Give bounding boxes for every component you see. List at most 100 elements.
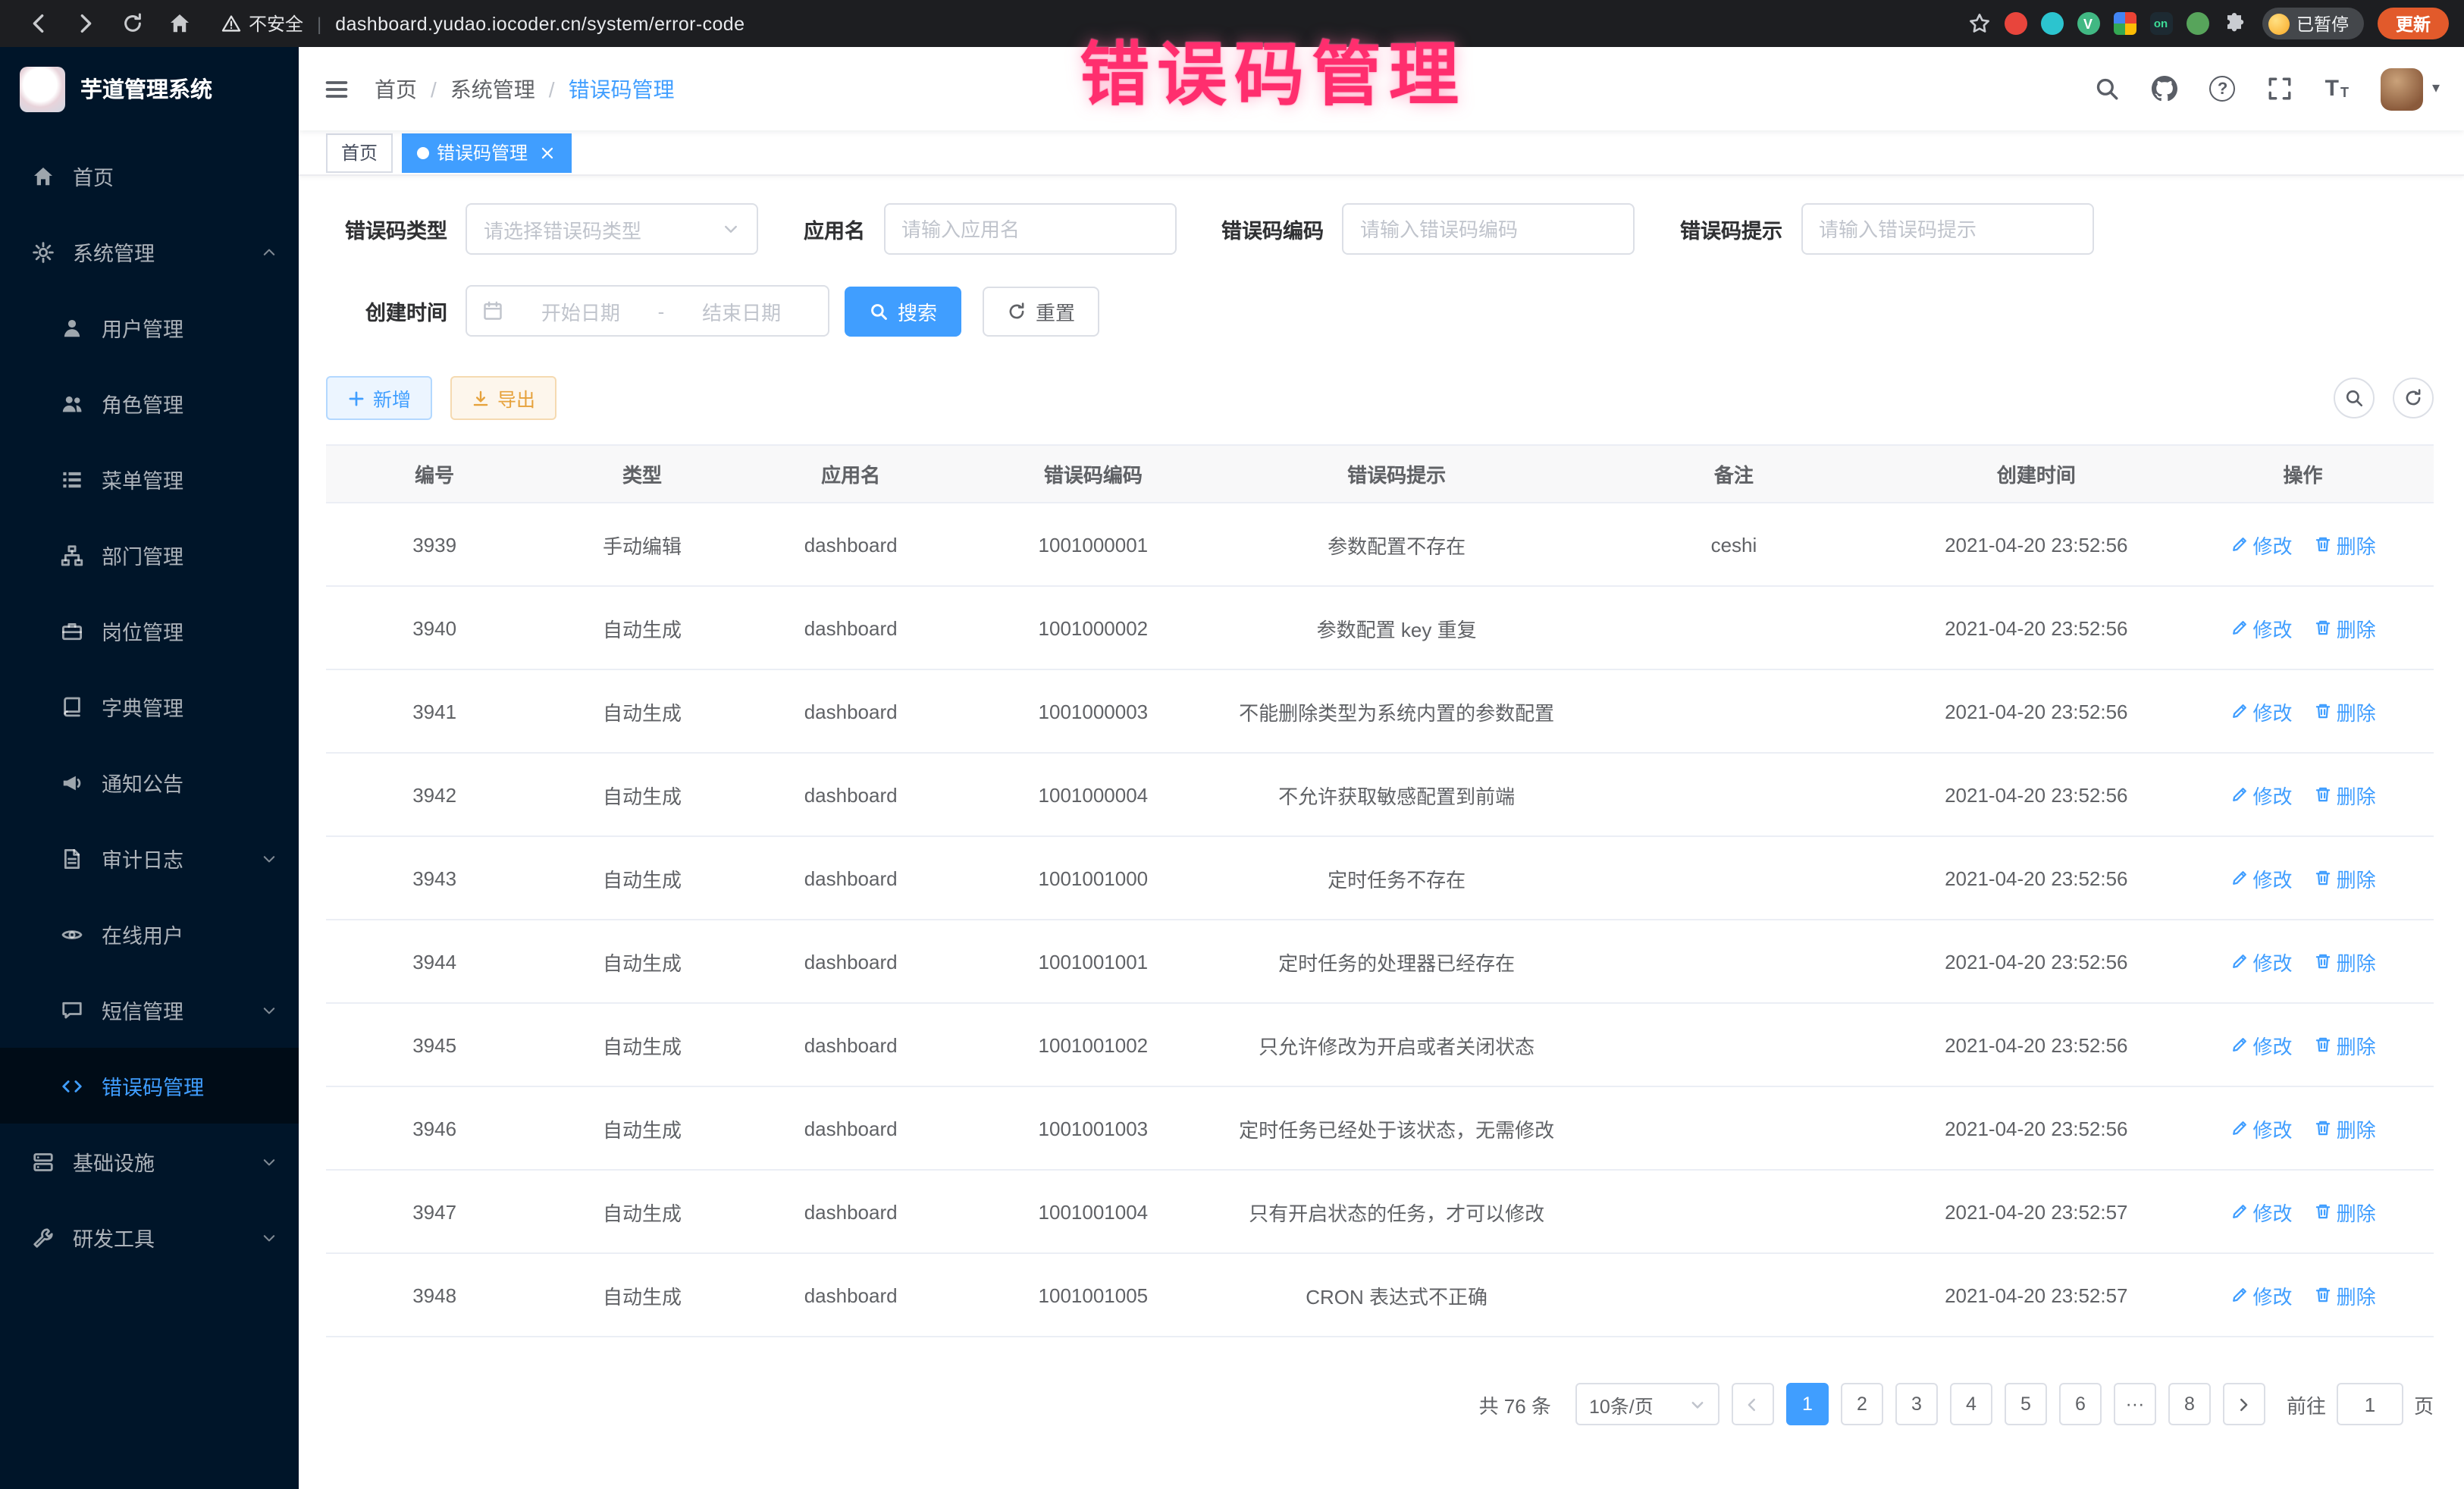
cell-code: 1001001000 — [961, 836, 1226, 920]
sidebar-item-post[interactable]: 岗位管理 — [0, 593, 299, 669]
edit-link[interactable]: 修改 — [2230, 780, 2293, 809]
user-avatar-menu[interactable]: ▾ — [2381, 67, 2440, 110]
forward-icon[interactable] — [74, 12, 97, 35]
browser-update-button[interactable]: 更新 — [2378, 8, 2449, 39]
sidebar-item-audit-log[interactable]: 审计日志 — [0, 820, 299, 896]
fullscreen-icon[interactable] — [2268, 76, 2293, 102]
tab-1[interactable]: 错误码管理 — [402, 133, 572, 172]
sidebar-item-home[interactable]: 首页 — [0, 138, 299, 214]
sidebar-item-dept[interactable]: 部门管理 — [0, 517, 299, 593]
edit-link[interactable]: 修改 — [2230, 1030, 2293, 1059]
page-3-button[interactable]: 3 — [1895, 1383, 1938, 1425]
cell-hint: 只允许修改为开启或者关闭状态 — [1226, 1003, 1567, 1086]
sidebar-item-dev-tools[interactable]: 研发工具 — [0, 1199, 299, 1275]
sidebar-item-menu[interactable]: 菜单管理 — [0, 441, 299, 517]
edit-link[interactable]: 修改 — [2230, 613, 2293, 642]
sidebar-item-sms[interactable]: 短信管理 — [0, 972, 299, 1048]
edit-link[interactable]: 修改 — [2230, 947, 2293, 976]
extension-icon-on[interactable]: on — [2149, 12, 2172, 35]
reload-icon[interactable] — [121, 12, 144, 35]
goto-page-input[interactable] — [2337, 1383, 2403, 1425]
profile-paused-chip[interactable]: 已暂停 — [2262, 8, 2364, 39]
delete-link[interactable]: 删除 — [2314, 947, 2376, 976]
delete-link[interactable]: 删除 — [2314, 697, 2376, 726]
page-6-button[interactable]: 6 — [2059, 1383, 2102, 1425]
page-4-button[interactable]: 4 — [1950, 1383, 1992, 1425]
edit-link[interactable]: 修改 — [2230, 864, 2293, 892]
browser-home-icon[interactable] — [168, 12, 191, 35]
search-icon[interactable] — [2095, 76, 2121, 102]
security-indicator[interactable]: 不安全 — [221, 11, 303, 36]
next-page-button[interactable] — [2223, 1383, 2265, 1425]
back-icon[interactable] — [27, 12, 50, 35]
edit-link[interactable]: 修改 — [2230, 1114, 2293, 1143]
chevron-down-icon — [261, 850, 277, 867]
bookmark-star-icon[interactable] — [1967, 12, 1990, 35]
chevron-right-icon — [2236, 1396, 2252, 1412]
page-5-button[interactable]: 5 — [2005, 1383, 2047, 1425]
error-hint-input[interactable] — [1801, 203, 2093, 255]
edit-link[interactable]: 修改 — [2230, 1197, 2293, 1226]
extension-icon-red[interactable] — [2004, 12, 2027, 35]
page-size-select[interactable]: 10条/页 — [1575, 1383, 1719, 1425]
page-1-button[interactable]: 1 — [1786, 1383, 1829, 1425]
more-pages-button[interactable]: ··· — [2114, 1383, 2156, 1425]
logo[interactable]: 芋道管理系统 — [0, 47, 299, 130]
delete-link[interactable]: 删除 — [2314, 1114, 2376, 1143]
url-text[interactable]: dashboard.yudao.iocoder.cn/system/error-… — [335, 13, 745, 34]
edit-link[interactable]: 修改 — [2230, 1281, 2293, 1309]
close-icon[interactable] — [538, 143, 556, 161]
extensions-puzzle-icon[interactable] — [2222, 12, 2245, 35]
edit-link[interactable]: 修改 — [2230, 697, 2293, 726]
delete-link[interactable]: 删除 — [2314, 1197, 2376, 1226]
font-size-icon[interactable]: TT — [2325, 77, 2349, 100]
edit-link[interactable]: 修改 — [2230, 530, 2293, 559]
app-name-input[interactable] — [883, 203, 1176, 255]
sidebar-item-label: 岗位管理 — [102, 616, 183, 646]
delete-link[interactable]: 删除 — [2314, 780, 2376, 809]
sidebar-item-notice[interactable]: 通知公告 — [0, 744, 299, 820]
sidebar-item-dict[interactable]: 字典管理 — [0, 669, 299, 744]
error-code-input[interactable] — [1342, 203, 1635, 255]
edit-icon — [2230, 619, 2249, 637]
delete-link[interactable]: 删除 — [2314, 864, 2376, 892]
sidebar-item-infra[interactable]: 基础设施 — [0, 1124, 299, 1199]
show-search-toggle-button[interactable] — [2334, 378, 2375, 418]
sidebar-item-user[interactable]: 用户管理 — [0, 290, 299, 365]
extension-icon-teal[interactable] — [2040, 12, 2063, 35]
error-type-select[interactable]: 请选择错误码类型 — [466, 203, 758, 255]
delete-link[interactable]: 删除 — [2314, 1030, 2376, 1059]
sidebar-item-error-code[interactable]: 错误码管理 — [0, 1048, 299, 1124]
sidebar-item-online-user[interactable]: 在线用户 — [0, 896, 299, 972]
prev-page-button[interactable] — [1732, 1383, 1774, 1425]
cell-time: 2021-04-20 23:52:56 — [1901, 836, 2173, 920]
extension-icon-vue[interactable]: V — [2077, 12, 2099, 35]
breadcrumb-item[interactable]: 系统管理 — [450, 74, 535, 104]
main-area: 首页/系统管理/错误码管理 ? TT ▾ 首页错误码管理 — [299, 47, 2464, 1489]
cell-app: dashboard — [741, 1003, 961, 1086]
export-button[interactable]: 导出 — [450, 376, 556, 420]
error-code-table: 编号类型应用名错误码编码错误码提示备注创建时间操作 3939手动编辑dashbo… — [326, 444, 2434, 1337]
extension-icon-green[interactable] — [2186, 12, 2209, 35]
breadcrumb-item[interactable]: 首页 — [375, 74, 417, 104]
page-2-button[interactable]: 2 — [1841, 1383, 1883, 1425]
tab-0[interactable]: 首页 — [326, 133, 393, 172]
github-icon[interactable] — [2152, 76, 2178, 102]
add-button[interactable]: 新增 — [326, 376, 432, 420]
create-time-range-picker[interactable]: 开始日期 - 结束日期 — [466, 285, 829, 337]
hamburger-icon[interactable] — [323, 75, 350, 102]
reset-button[interactable]: 重置 — [983, 286, 1099, 336]
delete-link[interactable]: 删除 — [2314, 1281, 2376, 1309]
search-button[interactable]: 搜索 — [845, 286, 961, 336]
refresh-table-button[interactable] — [2393, 378, 2434, 418]
delete-link[interactable]: 删除 — [2314, 530, 2376, 559]
chevron-down-icon — [1689, 1396, 1706, 1412]
extension-icon-grid[interactable] — [2113, 12, 2136, 35]
sidebar-item-role[interactable]: 角色管理 — [0, 365, 299, 441]
page-8-button[interactable]: 8 — [2168, 1383, 2211, 1425]
help-icon[interactable]: ? — [2210, 76, 2236, 102]
cell-type: 自动生成 — [543, 586, 741, 669]
sidebar-item-system[interactable]: 系统管理 — [0, 214, 299, 290]
delete-link[interactable]: 删除 — [2314, 613, 2376, 642]
megaphone-icon — [61, 771, 83, 794]
